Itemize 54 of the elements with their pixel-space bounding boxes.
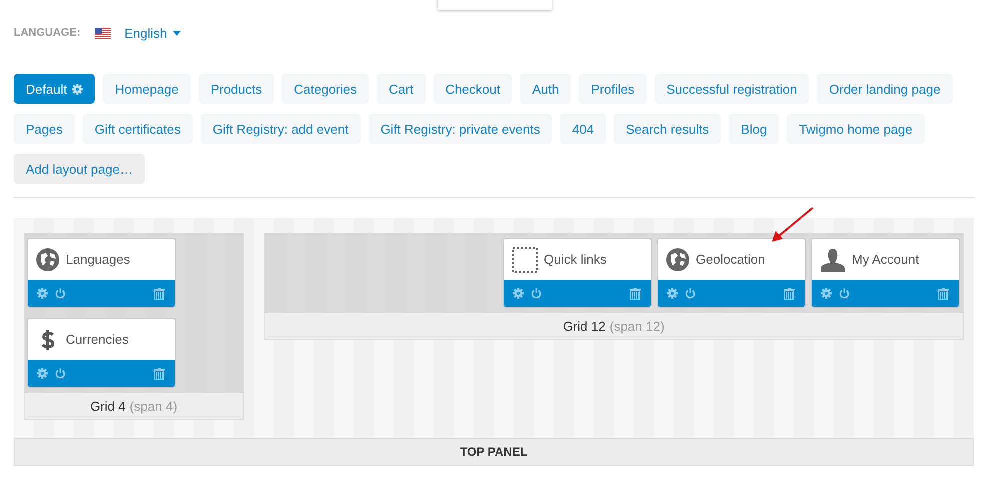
layout-tab[interactable]: Profiles — [579, 74, 647, 104]
panel-title: TOP PANEL — [460, 445, 528, 459]
layout-tab[interactable]: Twigmo home page — [787, 114, 925, 144]
layout-tab[interactable]: Cart — [377, 74, 426, 104]
trash-icon[interactable] — [630, 288, 641, 300]
layout-tab[interactable]: Gift certificates — [82, 114, 193, 144]
block-name: Currencies — [66, 332, 129, 347]
layout-tab[interactable]: Blog — [729, 114, 780, 144]
settings-icon[interactable] — [667, 288, 678, 299]
layout-tab[interactable]: Categories — [282, 74, 369, 104]
power-icon[interactable] — [839, 288, 850, 299]
grid-span: (span 12) — [610, 318, 665, 334]
layout-tab[interactable]: Successful registration — [654, 74, 810, 104]
layout-tab[interactable]: Products — [198, 74, 274, 104]
layout-tab[interactable]: Auth — [520, 74, 572, 104]
user-icon — [820, 248, 846, 272]
grid-title: Grid 12 — [563, 318, 606, 334]
flag-icon — [94, 28, 111, 38]
layout-tab[interactable]: 404 — [560, 114, 606, 144]
settings-icon[interactable] — [72, 84, 84, 94]
settings-icon[interactable] — [821, 288, 832, 299]
placeholder-icon — [512, 246, 538, 272]
layout-tab[interactable]: Order landing page — [817, 74, 953, 104]
globe-icon — [666, 248, 690, 272]
grid-title: Grid 4 — [90, 398, 126, 414]
power-icon[interactable] — [685, 288, 696, 299]
layout-tab[interactable]: Default — [14, 74, 96, 104]
trash-icon[interactable] — [154, 288, 165, 300]
power-icon[interactable] — [55, 368, 66, 379]
pointer-arrow — [772, 207, 814, 242]
language-dropdown[interactable]: English — [124, 26, 182, 40]
power-icon[interactable] — [531, 288, 542, 299]
settings-icon[interactable] — [37, 288, 48, 299]
layout-tab[interactable]: Homepage — [103, 74, 191, 104]
layout-tab[interactable]: Pages — [14, 114, 75, 144]
settings-icon[interactable] — [37, 368, 48, 379]
language-label: LANGUAGE: — [14, 27, 81, 39]
block-name: Quick links — [544, 252, 607, 267]
block-name: My Account — [852, 252, 920, 267]
add-layout-button[interactable]: Add layout page… — [14, 154, 145, 184]
settings-icon[interactable] — [513, 288, 524, 299]
trash-icon[interactable] — [784, 288, 795, 300]
block-name: Languages — [66, 252, 130, 267]
trash-icon[interactable] — [938, 288, 949, 300]
caret-icon — [173, 30, 182, 36]
layout-tab[interactable]: Checkout — [434, 74, 512, 104]
globe-icon — [36, 248, 60, 272]
layout-tab[interactable]: Gift Registry: add event — [200, 114, 361, 144]
layout-tab[interactable]: Search results — [614, 114, 722, 144]
trash-icon[interactable] — [154, 368, 165, 380]
power-icon[interactable] — [55, 288, 66, 299]
block-name: Geolocation — [696, 252, 766, 267]
grid-span: (span 4) — [130, 398, 178, 414]
layout-tab[interactable]: Gift Registry: private events — [368, 114, 552, 144]
